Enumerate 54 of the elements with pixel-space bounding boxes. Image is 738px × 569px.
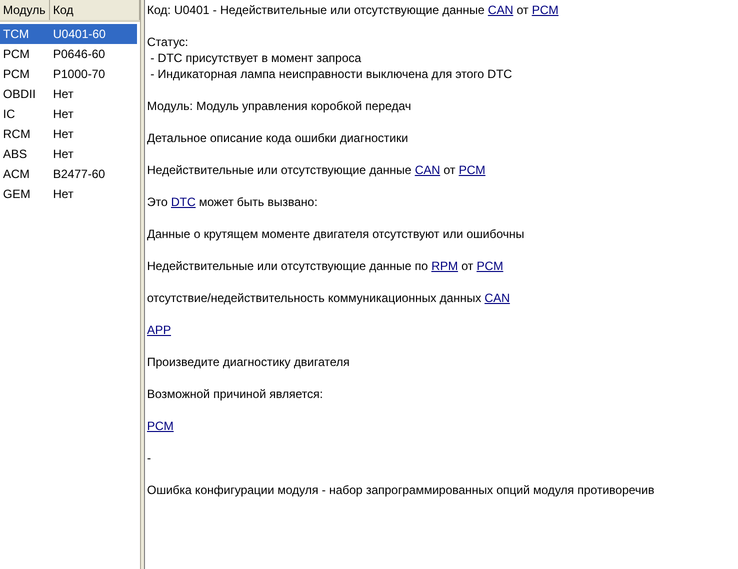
detail-text: - DTC присутствует в момент запроса [149, 50, 362, 66]
table-cell-text: PCM [2, 46, 31, 63]
detail-text: Ошибка конфигурации модуля - набор запрограммированных опций модуля противоречив [147, 482, 656, 498]
table-cell-text: P0646-60 [52, 46, 106, 63]
table-cell-text: P1000-70 [52, 66, 106, 83]
link[interactable]: DTC [171, 195, 196, 209]
table-cell-text: PCM [2, 66, 31, 83]
table-row[interactable]: ABS Нет [0, 144, 137, 164]
table-cell-text: ACM [2, 166, 31, 183]
detail-text: Детальное описание кода ошибки диагностики [147, 130, 410, 146]
link[interactable]: PCM [476, 259, 504, 273]
link[interactable]: CAN [414, 163, 440, 177]
table-row[interactable]: RCM Нет [0, 124, 137, 144]
detail-text: Недействительные или отсутствующие данные по RPM от PCM [147, 258, 504, 274]
table-row[interactable]: PCM P1000-70 [0, 64, 137, 84]
table-cell-text: TCM [2, 26, 30, 43]
table-row[interactable]: OBDII Нет [0, 84, 137, 104]
table-cell-text: IC [2, 106, 16, 123]
table-row[interactable]: PCM P0646-60 [0, 44, 137, 64]
table-row[interactable]: GEM Нет [0, 184, 137, 204]
link[interactable]: APP [147, 323, 172, 337]
table-cell-text: Нет [52, 146, 74, 163]
table-cell-text: U0401-60 [52, 26, 107, 43]
table-cell-text: Нет [52, 126, 74, 143]
column-header[interactable]: Модуль [0, 0, 50, 20]
detail-text: Недействительные или отсутствующие данные CAN от PCM [147, 162, 486, 178]
link[interactable]: PCM [532, 3, 558, 17]
table-cell-text: Нет [52, 106, 74, 123]
detail-text: Код: U0401 - Недействительные или отсутствующие данные CAN от PCM [147, 2, 560, 18]
table-cell-text: ABS [2, 146, 28, 163]
detail-text: Модуль: Модуль управления коробкой передач [147, 98, 412, 114]
table-cell-text: GEM [2, 186, 32, 203]
detail-text: Произведите диагностику двигателя [147, 354, 351, 370]
detail-text: отсутствие/недействительность коммуникационных данных CAN [147, 290, 511, 306]
table-row[interactable]: IC Нет [0, 104, 137, 124]
link[interactable]: PCM [458, 163, 486, 177]
detail-text: Это DTC может быть вызвано: [147, 194, 319, 210]
link[interactable]: PCM [147, 419, 174, 433]
table-row[interactable]: TCM U0401-60 [0, 24, 137, 44]
link[interactable]: CAN [488, 3, 514, 17]
table-cell-text: OBDII [2, 86, 37, 103]
detail-text: Данные о крутящем моменте двигателя отсутствуют или ошибочны [147, 226, 526, 242]
table-cell-text: Нет [52, 86, 74, 103]
table-cell-text: RCM [2, 126, 32, 143]
link[interactable]: RPM [431, 259, 458, 273]
table-cell-text: B2477-60 [52, 166, 106, 183]
detail-text: - Индикаторная лампа неисправности выключена для этого DTC [149, 66, 514, 82]
splitter[interactable] [140, 0, 145, 569]
detail-text: Возможной причиной является: [147, 386, 324, 402]
table-row[interactable]: ACM B2477-60 [0, 164, 137, 184]
detail-text: Статус: [147, 34, 190, 50]
table-cell-text: Нет [52, 186, 74, 203]
link[interactable]: CAN [484, 291, 510, 305]
detail-text: - [147, 450, 152, 466]
